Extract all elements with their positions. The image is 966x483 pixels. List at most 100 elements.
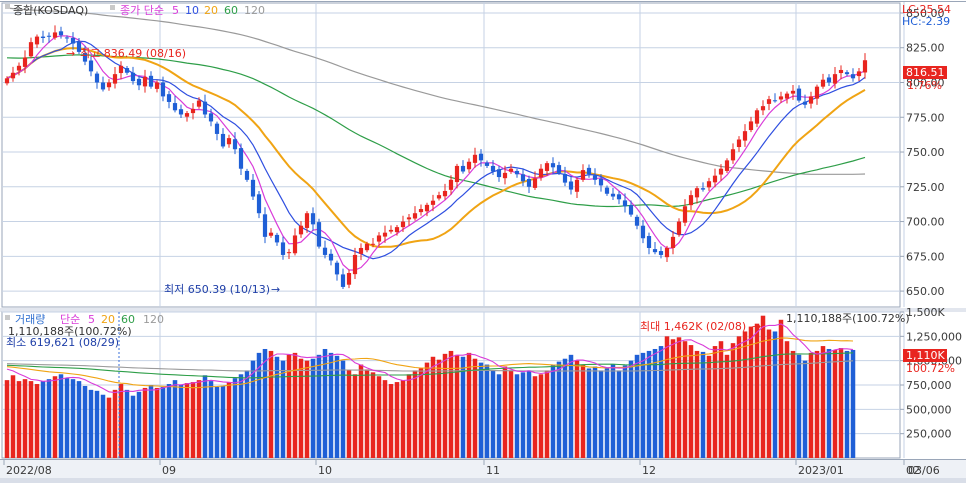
candle-body xyxy=(286,252,292,254)
volume-bar xyxy=(208,381,214,458)
candle-body xyxy=(538,168,544,178)
volume-bar xyxy=(190,382,196,458)
volume-bar xyxy=(226,382,232,458)
volume-bar xyxy=(430,356,436,458)
candle-body xyxy=(148,75,154,87)
volume-bar xyxy=(436,359,442,458)
volume-bar xyxy=(58,374,64,458)
price-tick-label: 675.00 xyxy=(906,250,945,263)
volume-high-annotation: 최대 1,462K (02/08) xyxy=(640,320,746,333)
x-tick-label: 10 xyxy=(318,464,332,477)
candle-body xyxy=(118,65,124,74)
current-volume-label: 1,110K xyxy=(906,349,945,362)
candle-body xyxy=(748,121,754,131)
candle-body xyxy=(58,31,64,36)
volume-bar xyxy=(394,382,400,458)
candle-body xyxy=(448,179,454,190)
horizontal-scrollbar[interactable] xyxy=(0,478,966,483)
volume-bar xyxy=(376,376,382,458)
panel-collapse-icon[interactable] xyxy=(5,4,10,9)
candle-body xyxy=(376,235,382,242)
candle-body xyxy=(676,221,682,235)
candle-body xyxy=(106,82,112,88)
x-axis-right-date: 03/06 xyxy=(908,464,940,477)
volume-collapse-icon[interactable] xyxy=(5,315,10,320)
candle-body xyxy=(730,149,736,161)
candle-body xyxy=(358,247,364,254)
ma5-legend: 5 xyxy=(172,4,179,17)
candle-body xyxy=(166,94,172,102)
candle-body xyxy=(46,35,52,37)
price-panel: 종합(KOSDAQ) 종가 단순 5 10 20 60 120 최고 836.4… xyxy=(1,2,951,308)
volume-bar xyxy=(130,395,136,458)
ma120-legend: 120 xyxy=(244,4,265,17)
candle-body xyxy=(94,73,100,83)
volume-bar xyxy=(682,341,688,458)
volume-bar xyxy=(490,370,496,458)
candle-body xyxy=(412,213,418,219)
candle-body xyxy=(802,101,808,105)
low-arrow-icon: → xyxy=(271,283,280,296)
volume-bar xyxy=(580,364,586,458)
price-tick-label: 650.00 xyxy=(906,285,945,298)
candle-body xyxy=(190,108,196,114)
candle-body xyxy=(172,103,178,111)
candle-body xyxy=(844,72,850,75)
candle-body xyxy=(772,100,778,102)
candle-body xyxy=(856,71,862,77)
candle-body xyxy=(520,174,526,182)
candle-body xyxy=(88,60,94,72)
volume-bar xyxy=(232,378,238,458)
volume-bar xyxy=(694,350,700,458)
high-arrow-icon: → xyxy=(66,47,75,60)
volume-bar xyxy=(658,346,664,458)
volume-bar xyxy=(250,360,256,458)
candle-body xyxy=(682,206,688,223)
candle-body xyxy=(100,82,106,90)
volume-bar xyxy=(790,350,796,458)
volume-bar xyxy=(520,372,526,458)
candle-body xyxy=(292,235,298,254)
price-tick-label: 825.00 xyxy=(906,42,945,55)
candle-body xyxy=(622,200,628,207)
candle-body xyxy=(244,170,250,180)
volume-bar xyxy=(664,336,670,458)
current-volume-pct: 100.72% xyxy=(906,362,955,375)
candle-body xyxy=(400,221,406,228)
candle-body xyxy=(64,37,70,39)
candle-body xyxy=(646,236,652,248)
candle-body xyxy=(838,69,844,74)
volume-bar xyxy=(514,374,520,458)
current-price-label: 816.51 xyxy=(906,66,945,79)
candle-body xyxy=(490,165,496,172)
volume-bar xyxy=(844,350,850,458)
candle-body xyxy=(760,106,766,111)
candle-body xyxy=(112,74,118,84)
price-panel-title: 종합(KOSDAQ) xyxy=(13,4,88,17)
volume-bar xyxy=(388,384,394,458)
volume-bar xyxy=(562,358,568,458)
volume-bar xyxy=(676,337,682,458)
legend-collapse-icon[interactable] xyxy=(110,5,115,10)
candle-body xyxy=(784,93,790,99)
volume-bar xyxy=(634,354,640,458)
candle-body xyxy=(40,36,46,38)
volume-bar xyxy=(448,350,454,458)
candle-body xyxy=(16,65,22,71)
volume-bar xyxy=(70,379,76,458)
hc-label: HC:-2.39 xyxy=(902,15,950,28)
price-tick-label: 775.00 xyxy=(906,111,945,124)
candle-body xyxy=(256,194,262,214)
candle-body xyxy=(364,243,370,251)
candle-body xyxy=(370,243,376,245)
candle-body xyxy=(322,247,328,255)
volume-bar xyxy=(400,380,406,458)
volume-bar xyxy=(472,358,478,458)
candle-body xyxy=(466,161,472,170)
current-change-label: 1.76% xyxy=(907,79,942,92)
candle-body xyxy=(826,77,832,83)
candle-body xyxy=(790,90,796,94)
volume-tick-label: 1,250,000 xyxy=(906,330,962,343)
volume-bar xyxy=(736,336,742,458)
volume-bar xyxy=(532,376,538,458)
